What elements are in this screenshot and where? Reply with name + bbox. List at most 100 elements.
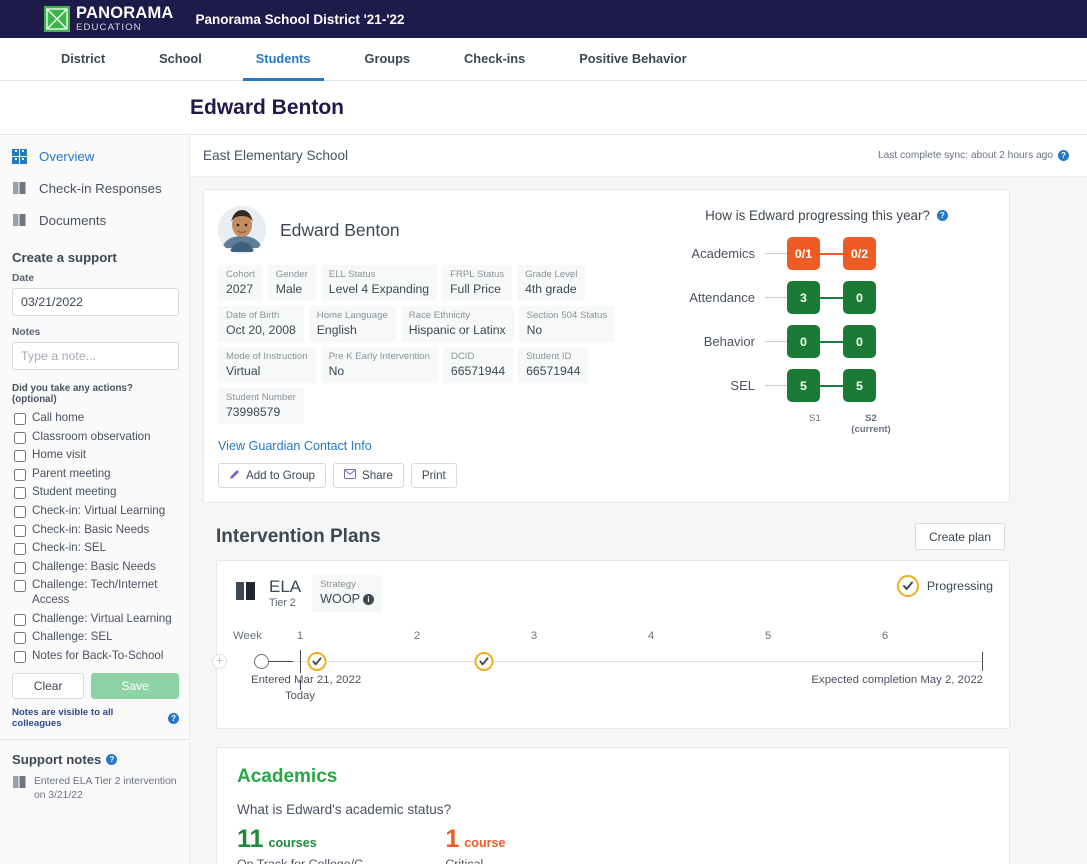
sidebar-item-documents[interactable]: Documents bbox=[12, 213, 179, 228]
checkbox-challenge-virtual-learning[interactable]: Challenge: Virtual Learning bbox=[12, 612, 179, 627]
field-value: English bbox=[317, 323, 388, 337]
intervention-plans-title: Intervention Plans bbox=[216, 526, 381, 548]
district-name: Panorama School District '21-'22 bbox=[196, 12, 405, 27]
help-icon[interactable]: ? bbox=[1058, 150, 1069, 161]
progress-node-s1[interactable]: 0 bbox=[787, 325, 820, 358]
checkbox-checkin-basic-needs[interactable]: Check-in: Basic Needs bbox=[12, 523, 179, 538]
checkbox-input[interactable] bbox=[14, 450, 26, 462]
checkbox-checkin-virtual-learning[interactable]: Check-in: Virtual Learning bbox=[12, 504, 179, 519]
field-key: Student Number bbox=[226, 392, 296, 403]
checkbox-input[interactable] bbox=[14, 632, 26, 644]
sidebar-item-label: Documents bbox=[39, 213, 106, 228]
progress-node-s1[interactable]: 5 bbox=[787, 369, 820, 402]
checkbox-checkin-sel[interactable]: Check-in: SEL bbox=[12, 541, 179, 556]
checkbox-input[interactable] bbox=[14, 432, 26, 444]
timeline-check-2[interactable] bbox=[475, 652, 494, 671]
field-key: Student ID bbox=[526, 351, 580, 362]
checkbox-input[interactable] bbox=[14, 469, 26, 481]
share-button[interactable]: Share bbox=[333, 463, 404, 488]
nav-item-check-ins[interactable]: Check-ins bbox=[451, 39, 538, 81]
nav-item-students[interactable]: Students bbox=[243, 39, 324, 81]
progress-row-label: SEL bbox=[660, 378, 765, 393]
plan-status-badge: Progressing bbox=[897, 575, 993, 597]
checkbox-input[interactable] bbox=[14, 487, 26, 499]
add-timeline-entry-button[interactable]: + bbox=[212, 654, 227, 669]
checkbox-input[interactable] bbox=[14, 580, 26, 592]
notes-input[interactable] bbox=[12, 342, 179, 370]
checkbox-input[interactable] bbox=[14, 614, 26, 626]
nav-item-groups[interactable]: Groups bbox=[352, 39, 424, 81]
sidebar-divider bbox=[0, 739, 190, 740]
timeline-start-node[interactable] bbox=[254, 654, 269, 669]
stat-number: 11 bbox=[237, 825, 263, 854]
view-guardian-contact-link[interactable]: View Guardian Contact Info bbox=[218, 439, 372, 453]
checkbox-challenge-basic-needs[interactable]: Challenge: Basic Needs bbox=[12, 560, 179, 575]
checkbox-challenge-sel[interactable]: Challenge: SEL bbox=[12, 630, 179, 645]
help-icon[interactable]: ? bbox=[937, 210, 948, 221]
today-marker-label: Today bbox=[285, 690, 315, 702]
field-key: FRPL Status bbox=[450, 269, 504, 280]
add-to-group-button[interactable]: Add to Group bbox=[218, 463, 326, 488]
checkbox-parent-meeting[interactable]: Parent meeting bbox=[12, 467, 179, 482]
checkbox-home-visit[interactable]: Home visit bbox=[12, 448, 179, 463]
plan-tier: Tier 2 bbox=[269, 598, 301, 610]
checkbox-input[interactable] bbox=[14, 525, 26, 537]
checkbox-notes-back-to-school[interactable]: Notes for Back-To-School bbox=[12, 649, 179, 664]
info-icon[interactable]: i bbox=[363, 594, 374, 605]
profile-actions: Add to Group Share Print bbox=[218, 463, 648, 488]
print-button[interactable]: Print bbox=[411, 463, 457, 488]
sidebar-item-check-in-responses[interactable]: Check-in Responses bbox=[12, 181, 179, 196]
date-input[interactable] bbox=[12, 288, 179, 316]
nav-item-positive-behavior[interactable]: Positive Behavior bbox=[566, 39, 699, 81]
checkbox-input[interactable] bbox=[14, 651, 26, 663]
main-header: East Elementary School Last complete syn… bbox=[190, 135, 1087, 177]
timeline-week-1: 1 bbox=[297, 630, 303, 642]
timeline-check-1[interactable] bbox=[308, 652, 327, 671]
progress-node-s1[interactable]: 0/1 bbox=[787, 237, 820, 270]
checkbox-classroom-observation[interactable]: Classroom observation bbox=[12, 430, 179, 445]
academics-stat-critical: 1 course Critical bbox=[445, 825, 505, 864]
sidebar-item-overview[interactable]: Overview bbox=[12, 149, 179, 164]
row-stub bbox=[765, 385, 787, 387]
checkbox-call-home[interactable]: Call home bbox=[12, 411, 179, 426]
progress-node-s2[interactable]: 0 bbox=[843, 281, 876, 314]
progress-axis: S1 S2 (current) bbox=[660, 413, 993, 435]
checkbox-input[interactable] bbox=[14, 562, 26, 574]
field-key: Home Language bbox=[317, 310, 388, 321]
progress-node-s2[interactable]: 0/2 bbox=[843, 237, 876, 270]
help-icon[interactable]: ? bbox=[106, 754, 117, 765]
checkbox-input[interactable] bbox=[14, 506, 26, 518]
progress-node-s2[interactable]: 0 bbox=[843, 325, 876, 358]
nav-item-school[interactable]: School bbox=[146, 39, 215, 81]
nav-item-district[interactable]: District bbox=[48, 39, 118, 81]
student-fields: Cohort2027 GenderMale ELL StatusLevel 4 … bbox=[218, 265, 636, 424]
progress-node-s2[interactable]: 5 bbox=[843, 369, 876, 402]
timeline-week-3: 3 bbox=[531, 630, 537, 642]
progress-row-behavior: Behavior 0 0 bbox=[660, 325, 993, 358]
academics-card: Academics What is Edward's academic stat… bbox=[216, 747, 1010, 864]
school-name: East Elementary School bbox=[203, 148, 348, 163]
field-key: DCID bbox=[451, 351, 505, 362]
button-label: Share bbox=[362, 469, 393, 482]
field-pre-k-early-intervention: Pre K Early InterventionNo bbox=[321, 347, 438, 383]
book-icon bbox=[12, 775, 27, 802]
help-icon[interactable]: ? bbox=[168, 713, 179, 724]
support-notes-heading-row: Support notes ? bbox=[12, 752, 179, 767]
academics-heading: Academics bbox=[237, 766, 989, 788]
save-button[interactable]: Save bbox=[91, 673, 179, 699]
checkbox-student-meeting[interactable]: Student meeting bbox=[12, 485, 179, 500]
create-plan-button[interactable]: Create plan bbox=[915, 523, 1005, 550]
progress-node-s1[interactable]: 3 bbox=[787, 281, 820, 314]
field-gender: GenderMale bbox=[268, 265, 316, 301]
clear-button[interactable]: Clear bbox=[12, 673, 84, 699]
timeline-end-tick bbox=[982, 652, 983, 671]
support-note-item: Entered ELA Tier 2 intervention on 3/21/… bbox=[12, 775, 179, 802]
book-icon bbox=[12, 181, 30, 196]
checkbox-input[interactable] bbox=[14, 543, 26, 555]
timeline-week-labels: Week 1 2 3 4 5 6 bbox=[233, 630, 993, 645]
checkbox-input[interactable] bbox=[14, 413, 26, 425]
checkbox-challenge-tech-internet-access[interactable]: Challenge: Tech/Internet Access bbox=[12, 578, 179, 607]
field-value: Virtual bbox=[226, 364, 308, 378]
checkbox-label: Home visit bbox=[32, 448, 86, 463]
intervention-plans-header: Intervention Plans Create plan bbox=[216, 523, 1010, 550]
